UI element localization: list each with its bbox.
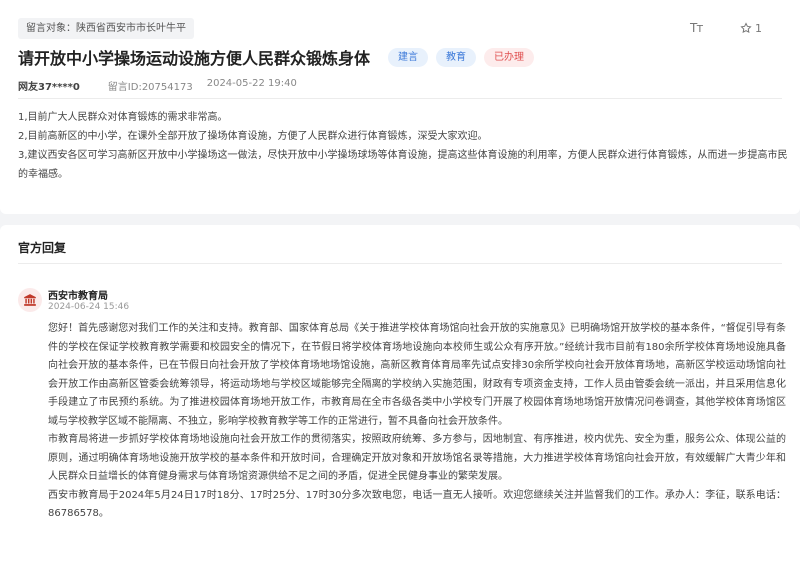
favorite-button[interactable]: 1	[740, 20, 762, 36]
content-line: 1,目前广大人民群众对体育锻炼的需求非常高。	[18, 112, 228, 123]
content-line: 2,目前高新区的中小学，在课外全部开放了操场体育设施，方便了人民群众进行体育锻炼…	[18, 131, 488, 142]
content-line: 3,建议西安各区可学习高新区开放中小学操场这一做法，尽快开放中小学操场球场等体育…	[18, 150, 788, 180]
reply-time: 2024-06-24 15:46	[48, 302, 130, 312]
reply-paragraph: 西安市教育局于2024年5月24日17时18分、17时25分、17时30分多次致…	[48, 489, 786, 520]
reply-paragraph: 市教育局将进一步抓好学校体育场地设施向社会开放工作的贯彻落实，按照政府统筹、多方…	[48, 434, 786, 482]
message-time: 2024-05-22 19:40	[206, 78, 297, 89]
avatar	[18, 288, 42, 312]
field-tag: 教育	[436, 48, 476, 67]
government-building-icon	[24, 294, 36, 306]
font-size-icon[interactable]: Tт	[690, 20, 706, 36]
author-name: 网友37****0	[18, 82, 80, 93]
message-card: 留言对象：陕西省西安市市长叶牛平 Tт 1 请开放中小学操场运动设施方便人民群众…	[0, 0, 800, 214]
category-tag: 建言	[388, 48, 428, 67]
divider	[18, 263, 782, 264]
message-target-tag: 留言对象：陕西省西安市市长叶牛平	[18, 18, 194, 39]
reply-body: 您好！首先感谢您对我们工作的关注和支持。教育部、国家体育总局《关于推进学校体育场…	[48, 320, 786, 524]
favorite-count: 1	[755, 21, 762, 35]
message-id: 留言ID:20754173	[107, 82, 193, 93]
page-title: 请开放中小学操场运动设施方便人民群众锻炼身体	[18, 49, 371, 68]
message-content: 1,目前广大人民群众对体育锻炼的需求非常高。 2,目前高新区的中小学，在课外全部…	[18, 108, 788, 184]
star-icon	[740, 22, 752, 34]
reply-heading: 官方回复	[18, 241, 67, 255]
message-tags: 建言 教育 已办理	[388, 48, 534, 67]
divider	[18, 98, 782, 99]
reply-org-name: 西安市教育局	[48, 291, 108, 302]
message-meta: 网友37****0 留言ID:20754173 2024-05-22 19:40	[18, 78, 297, 93]
reply-paragraph: 您好！首先感谢您对我们工作的关注和支持。教育部、国家体育总局《关于推进学校体育场…	[48, 323, 786, 427]
status-badge: 已办理	[484, 48, 534, 67]
